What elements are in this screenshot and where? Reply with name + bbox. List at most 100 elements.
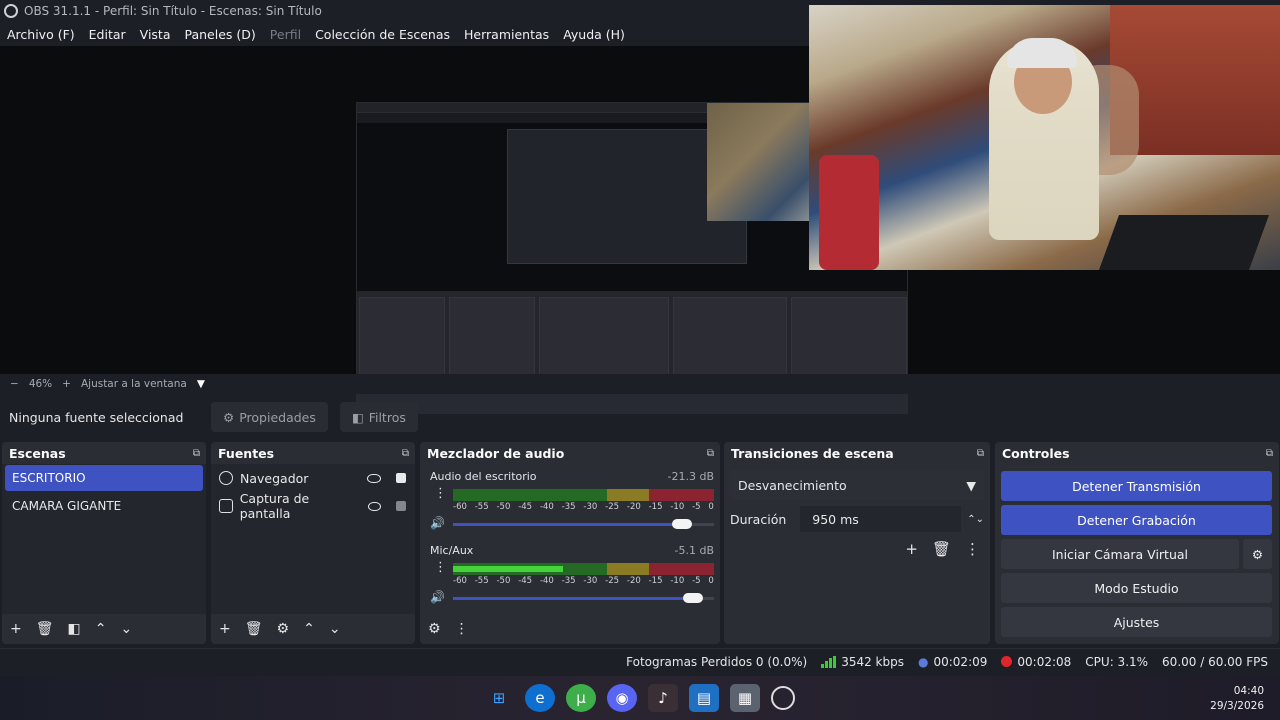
menu-paneles[interactable]: Paneles (D) xyxy=(178,27,263,42)
channel-name: Mic/Aux xyxy=(430,544,474,557)
fit-window-label[interactable]: Ajustar a la ventana xyxy=(81,378,187,390)
speaker-icon[interactable]: 🔊 xyxy=(430,516,445,530)
meter-tick-label: -25 xyxy=(605,576,620,586)
dock-float-icon[interactable]: ⧉ xyxy=(977,448,984,459)
volume-slider[interactable] xyxy=(453,593,714,603)
channel-menu-icon[interactable]: ⋮ xyxy=(434,486,447,501)
source-properties-icon[interactable]: ⚙ xyxy=(277,621,290,637)
bitrate-indicator: 3542 kbps xyxy=(821,655,904,669)
volume-meter xyxy=(453,563,714,575)
volume-slider[interactable] xyxy=(453,519,714,529)
move-up-icon[interactable]: ⌃ xyxy=(303,621,315,637)
mixer-channel-desktop: Audio del escritorio -21.3 dB ⋮ -60 -55 -50… xyxy=(420,470,720,540)
menu-archivo[interactable]: Archivo (F) xyxy=(0,27,82,42)
mixer-title: Mezclador de audio xyxy=(427,445,565,461)
meter-tick-label: -30 xyxy=(583,502,598,512)
menu-editar[interactable]: Editar xyxy=(82,27,133,42)
controls-panel: Controles ⧉ Detener Transmisión Detener G… xyxy=(995,442,1279,644)
meter-tick-label: -60 xyxy=(453,576,467,586)
meter-ticks: -60 -55 -50 -45 -40 -35 -30 -25 -20 -15 -10 -5 0 xyxy=(453,502,714,512)
duration-input[interactable]: 950 ms xyxy=(800,506,962,532)
obs-taskbar-icon[interactable] xyxy=(771,686,795,710)
dock-float-icon[interactable]: ⧉ xyxy=(402,448,409,459)
globe-icon xyxy=(219,471,233,485)
zoom-in-button[interactable]: + xyxy=(62,378,71,390)
windows-start-icon[interactable]: ⊞ xyxy=(484,684,514,712)
sources-list: Navegador Captura de pantalla xyxy=(211,464,415,614)
zoom-dropdown-icon[interactable]: ▼ xyxy=(197,378,205,390)
menu-perfil[interactable]: Perfil xyxy=(263,27,308,42)
stream-icon: ● xyxy=(918,654,929,669)
virtual-camera-settings-icon[interactable]: ⚙ xyxy=(1243,539,1272,569)
zoom-out-button[interactable]: − xyxy=(10,378,19,390)
scene-item-escritorio[interactable]: ESCRITORIO xyxy=(5,465,203,491)
studio-mode-button[interactable]: Modo Estudio xyxy=(1001,573,1272,603)
notepad-icon[interactable]: ▤ xyxy=(689,684,719,712)
move-down-icon[interactable]: ⌄ xyxy=(329,621,341,637)
meter-tick-label: -45 xyxy=(518,502,533,512)
menu-coleccion-escenas[interactable]: Colección de Escenas xyxy=(308,27,457,42)
stream-time: ● 00:02:09 xyxy=(918,655,987,669)
menu-bar: Archivo (F) Editar Vista Paneles (D) Per… xyxy=(0,22,810,46)
filters-button[interactable]: ◧ Filtros xyxy=(339,402,418,432)
scene-item-camara-gigante[interactable]: CAMARA GIGANTE xyxy=(5,493,203,519)
lock-icon[interactable] xyxy=(396,473,406,483)
transitions-panel: Transiciones de escena ⧉ Desvanecimiento … xyxy=(724,442,990,644)
windows-taskbar: ⊞ e µ ◉ ♪ ▤ ▦ 04:40 29/3/2026 xyxy=(0,676,1280,720)
meter-tick-label: -15 xyxy=(648,576,663,586)
status-bar: Fotogramas Perdidos 0 (0.0%) 3542 kbps ●… xyxy=(0,648,1280,674)
menu-herramientas[interactable]: Herramientas xyxy=(457,27,556,42)
utorrent-icon[interactable]: µ xyxy=(566,684,596,712)
signal-bars-icon xyxy=(821,655,837,668)
properties-button[interactable]: ⚙ Propiedades xyxy=(211,402,328,432)
stream-time-value: 00:02:09 xyxy=(933,654,988,669)
audio-mixer-panel: Mezclador de audio ⧉ Audio del escritorio… xyxy=(420,442,720,644)
meter-tick-label: -35 xyxy=(561,502,576,512)
meter-tick-label: -55 xyxy=(474,502,489,512)
add-source-icon[interactable]: + xyxy=(219,621,231,637)
system-clock: 04:40 29/3/2026 xyxy=(1210,684,1264,714)
menu-vista[interactable]: Vista xyxy=(133,27,178,42)
start-virtual-camera-button[interactable]: Iniciar Cámara Virtual xyxy=(1001,539,1239,569)
remove-scene-icon[interactable]: 🗑 xyxy=(36,621,54,637)
unlock-icon[interactable] xyxy=(396,501,407,511)
dock-float-icon[interactable]: ⧉ xyxy=(707,448,714,459)
source-item-captura[interactable]: Captura de pantalla xyxy=(211,491,415,521)
meter-ticks: -60 -55 -50 -45 -40 -35 -30 -25 -20 -15 -10 -5 0 xyxy=(453,576,714,586)
channel-menu-icon[interactable]: ⋮ xyxy=(434,560,447,575)
visibility-eye-icon[interactable] xyxy=(367,473,381,483)
meter-tick-label: -45 xyxy=(518,576,533,586)
stop-record-button[interactable]: Detener Grabación xyxy=(1001,505,1272,535)
mixer-menu-icon[interactable]: ⋮ xyxy=(455,621,469,637)
dock-float-icon[interactable]: ⧉ xyxy=(1266,448,1273,459)
move-down-icon[interactable]: ⌄ xyxy=(120,621,132,637)
move-up-icon[interactable]: ⌃ xyxy=(95,621,107,637)
scenes-title: Escenas xyxy=(9,445,66,461)
source-label: Navegador xyxy=(240,470,309,486)
bitrate-value: 3542 kbps xyxy=(841,654,904,669)
add-scene-icon[interactable]: + xyxy=(10,621,22,637)
remove-source-icon[interactable]: 🗑 xyxy=(245,621,263,637)
properties-label: Propiedades xyxy=(239,409,316,425)
filters-label: Filtros xyxy=(368,409,406,425)
speaker-icon[interactable]: 🔊 xyxy=(430,590,445,604)
menu-ayuda[interactable]: Ayuda (H) xyxy=(556,27,632,42)
discord-icon[interactable]: ◉ xyxy=(607,684,637,712)
dock-float-icon[interactable]: ⧉ xyxy=(193,448,200,459)
source-item-navegador[interactable]: Navegador xyxy=(211,464,415,492)
scene-filters-icon[interactable]: ◧ xyxy=(68,621,81,637)
visibility-eye-icon[interactable] xyxy=(367,501,382,511)
remove-transition-icon[interactable]: 🗑 xyxy=(932,540,951,558)
stop-stream-button[interactable]: Detener Transmisión xyxy=(1001,471,1272,501)
window-title: OBS 31.1.1 - Perfil: Sin Título - Escena… xyxy=(24,4,322,18)
settings-button[interactable]: Ajustes xyxy=(1001,607,1272,637)
transition-menu-icon[interactable]: ⋮ xyxy=(965,540,980,558)
mixer-settings-icon[interactable]: ⚙ xyxy=(428,621,441,637)
meter-tick-label: -50 xyxy=(496,576,511,586)
transition-type-select[interactable]: Desvanecimiento ▼ xyxy=(730,470,984,500)
edge-browser-icon[interactable]: e xyxy=(525,684,555,712)
add-transition-icon[interactable]: + xyxy=(905,540,918,558)
duration-stepper-icon[interactable]: ⌃⌄ xyxy=(967,514,984,525)
calculator-icon[interactable]: ▦ xyxy=(730,684,760,712)
fl-studio-icon[interactable]: ♪ xyxy=(648,684,678,712)
